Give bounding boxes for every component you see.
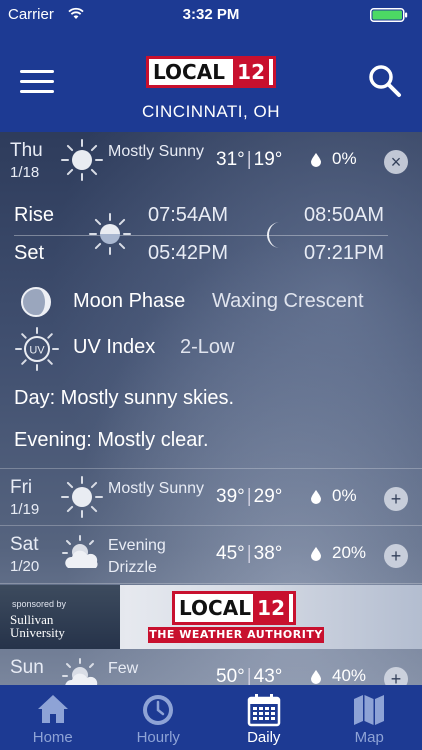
day-date: 1/19 bbox=[10, 501, 40, 518]
temperature-range: 31° | 19° bbox=[216, 149, 283, 170]
evening-summary: Evening: Mostly clear. bbox=[14, 429, 209, 451]
status-time: 3:32 PM bbox=[182, 6, 240, 23]
sunset-time: 05:42PM bbox=[148, 242, 229, 264]
tab-label: Map bbox=[354, 729, 384, 746]
sunrise-time: 07:54AM bbox=[148, 204, 229, 226]
temperature-range: 45° | 38° bbox=[216, 543, 283, 564]
precip-chance: 40% bbox=[332, 666, 367, 685]
battery-icon bbox=[370, 8, 408, 22]
partly-cloudy-icon bbox=[62, 535, 98, 568]
sponsor-caption: sponsored by bbox=[12, 599, 67, 609]
day-date: 1/18 bbox=[10, 164, 40, 181]
day-name: Fri bbox=[10, 477, 33, 498]
ad-logo-text: LOCAL bbox=[179, 596, 251, 620]
forecast-day-row[interactable]: Sun Few 50° | 43° 40% + bbox=[0, 649, 422, 685]
temperature-range: 39° | 29° bbox=[216, 486, 283, 507]
condition-text: Mostly Sunny bbox=[108, 480, 205, 497]
raindrop-icon bbox=[311, 490, 321, 504]
precip-chance: 20% bbox=[332, 543, 367, 562]
sponsor-name: Sullivan University bbox=[10, 612, 65, 640]
moon-phase-label: Moon Phase bbox=[73, 290, 186, 312]
tab-daily[interactable]: Daily bbox=[211, 685, 317, 750]
set-label: Set bbox=[14, 242, 45, 264]
moonset-time: 07:21PM bbox=[304, 242, 385, 264]
svg-text:UV: UV bbox=[29, 345, 45, 357]
condition-text: Few bbox=[108, 660, 139, 677]
collapse-button[interactable]: × bbox=[384, 150, 408, 174]
local12-logo: LOCAL 12 bbox=[146, 56, 276, 88]
tab-label: Home bbox=[32, 729, 73, 746]
condition-text: Mostly Sunny bbox=[108, 143, 205, 160]
raindrop-icon bbox=[311, 670, 321, 684]
tab-home[interactable]: Home bbox=[0, 685, 106, 750]
condition-text: Evening Drizzle bbox=[108, 537, 166, 576]
raindrop-icon bbox=[311, 153, 321, 167]
logo-number: 12 bbox=[233, 59, 269, 85]
tab-hourly[interactable]: Hourly bbox=[106, 685, 212, 750]
sun-icon bbox=[61, 139, 103, 181]
forecast-day-row[interactable]: Fri 1/19 Mostly Sunny 39° | 29° 0% + bbox=[0, 468, 422, 526]
tab-map[interactable]: Map bbox=[317, 685, 422, 750]
uv-index-label: UV Index bbox=[73, 336, 156, 358]
sun-icon bbox=[61, 476, 103, 518]
uv-icon: UV bbox=[14, 326, 60, 372]
sponsor-ad-banner[interactable]: sponsored by Sullivan University LOCAL 1… bbox=[0, 585, 422, 649]
expand-button[interactable]: + bbox=[384, 667, 408, 685]
day-name: Sat bbox=[10, 534, 39, 555]
moon-phase-icon bbox=[21, 287, 51, 317]
day-summary: Day: Mostly sunny skies. bbox=[14, 387, 235, 409]
ad-tagline: THE WEATHER AUTHORITY bbox=[148, 627, 324, 643]
status-bar: Carrier 3:32 PM bbox=[0, 0, 422, 28]
precip-chance: 0% bbox=[332, 149, 357, 168]
location-label[interactable]: CINCINNATI, OH bbox=[0, 102, 422, 122]
divider bbox=[14, 235, 388, 236]
search-icon[interactable] bbox=[368, 64, 402, 98]
tab-label: Hourly bbox=[136, 729, 180, 746]
ad-logo-number: 12 bbox=[253, 594, 289, 622]
day-name: Sun bbox=[10, 657, 44, 678]
hamburger-menu-icon[interactable] bbox=[20, 70, 54, 94]
rise-label: Rise bbox=[14, 204, 55, 226]
moonrise-time: 08:50AM bbox=[304, 204, 385, 226]
daily-forecast-list[interactable]: Thu 1/18 Mostly Sunny 31° | 19° 0% × Rise … bbox=[0, 132, 422, 685]
raindrop-icon bbox=[311, 547, 321, 561]
sunrise-sunset-icon bbox=[89, 213, 131, 255]
clock-icon bbox=[143, 695, 174, 725]
moon-icon bbox=[267, 222, 280, 248]
forecast-day-row[interactable]: Thu 1/18 Mostly Sunny 31° | 19° 0% × bbox=[0, 132, 422, 190]
ad-local12-logo: LOCAL 12 bbox=[172, 591, 296, 625]
forecast-day-row[interactable]: Sat 1/20 Evening Drizzle 45° | 38° 20% + bbox=[0, 526, 422, 584]
moon-phase-value: Waxing Crescent bbox=[212, 290, 364, 312]
expand-button[interactable]: + bbox=[384, 487, 408, 511]
precip-chance: 0% bbox=[332, 486, 357, 505]
logo-text: LOCAL bbox=[153, 60, 225, 84]
map-icon bbox=[354, 695, 385, 725]
tab-label: Daily bbox=[247, 729, 281, 746]
bottom-tab-bar: Home Hourly Daily Map bbox=[0, 685, 422, 750]
day-name: Thu bbox=[10, 140, 43, 161]
app-header: LOCAL 12 CINCINNATI, OH bbox=[0, 28, 422, 132]
temperature-range: 50° | 43° bbox=[216, 666, 283, 685]
calendar-icon bbox=[247, 694, 280, 727]
partly-cloudy-icon bbox=[62, 658, 98, 685]
expand-button[interactable]: + bbox=[384, 544, 408, 568]
uv-index-value: 2-Low bbox=[180, 336, 235, 358]
home-icon bbox=[37, 695, 68, 723]
day-date: 1/20 bbox=[10, 558, 40, 575]
sponsor-box: sponsored by Sullivan University bbox=[0, 585, 120, 649]
